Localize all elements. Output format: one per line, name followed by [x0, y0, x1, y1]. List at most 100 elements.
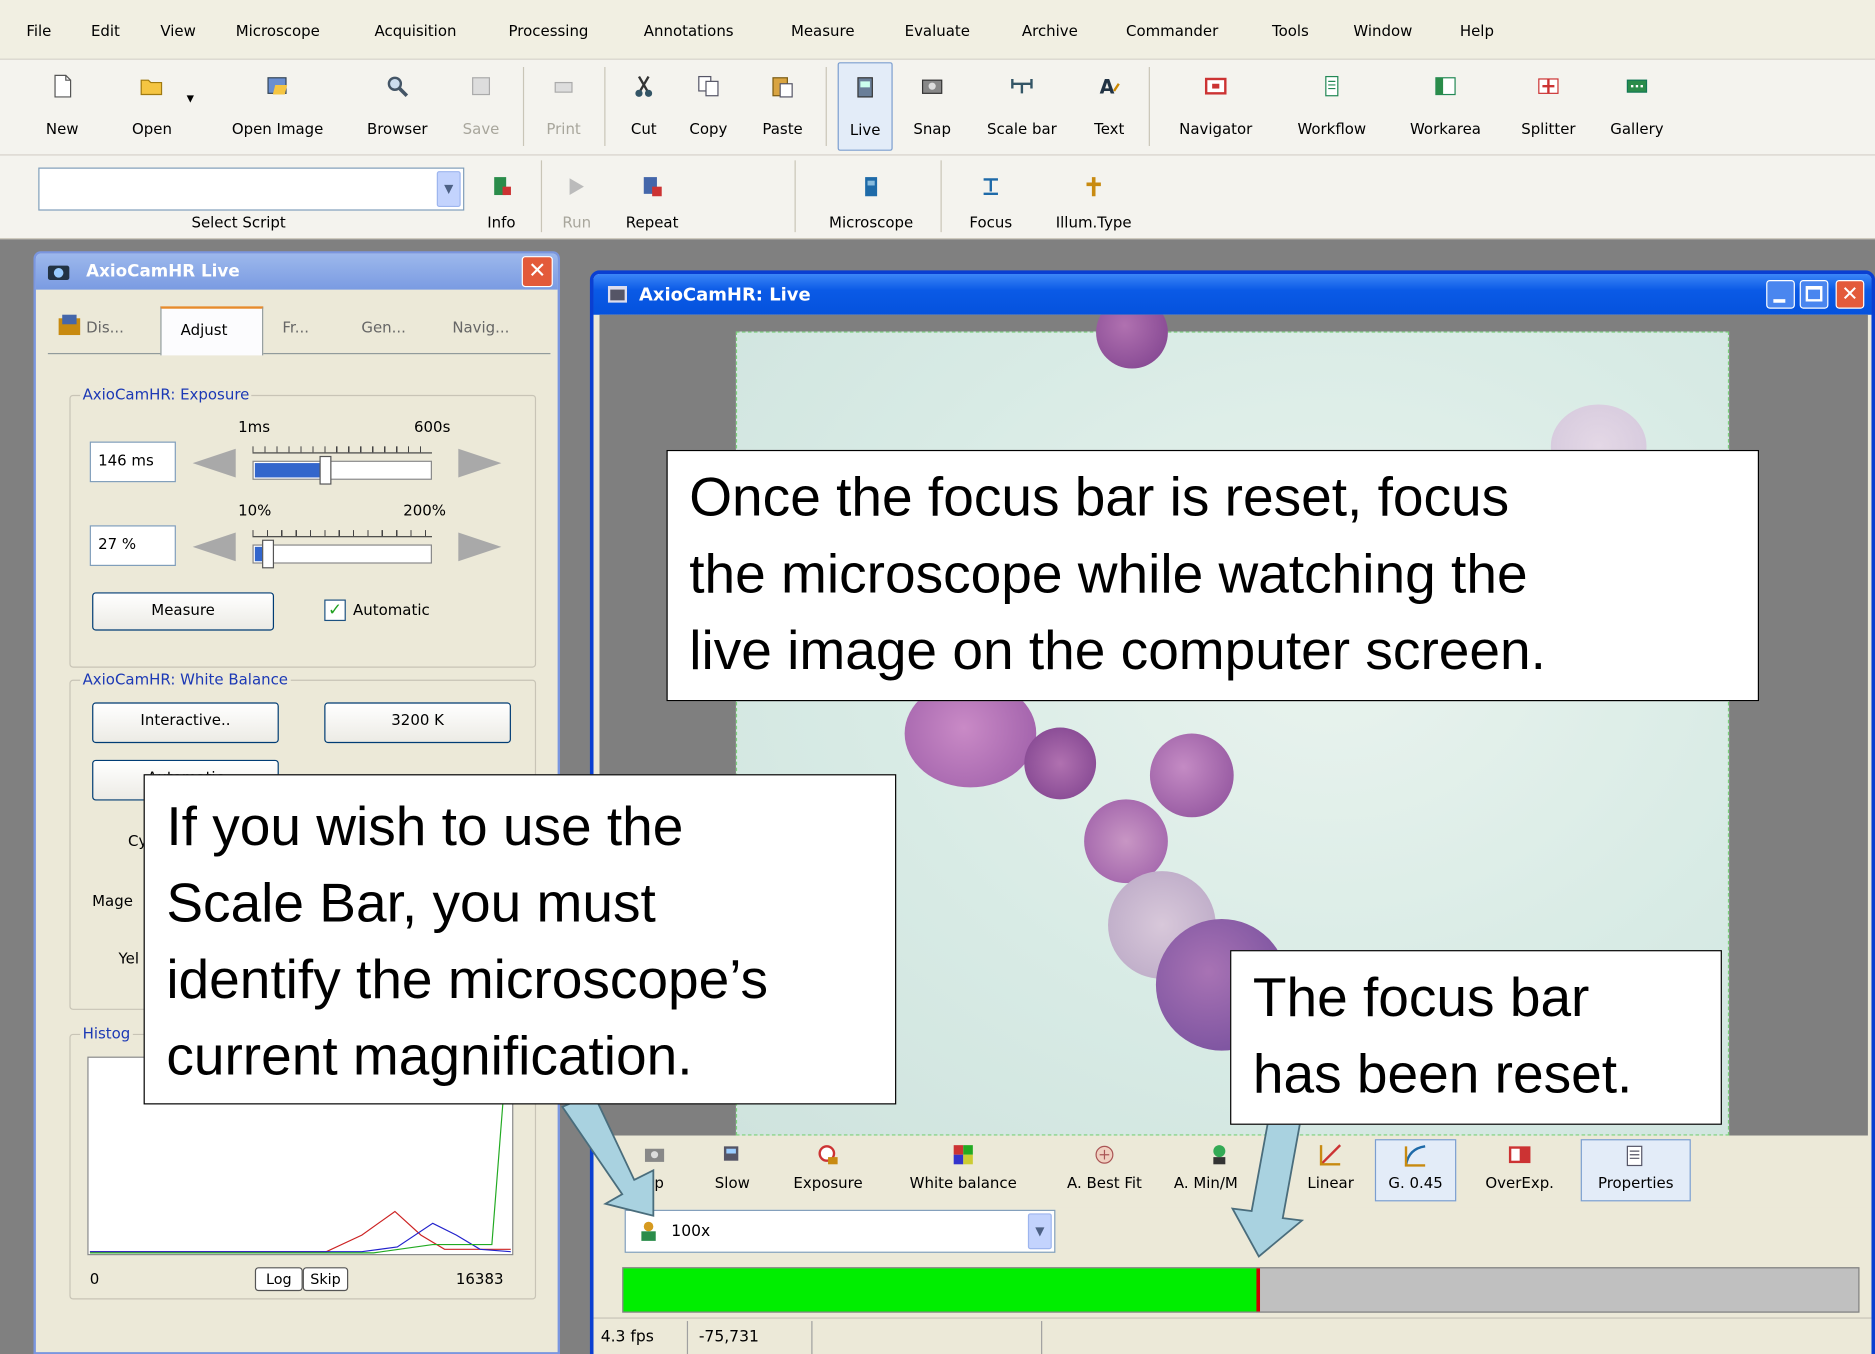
exposure-group: AxioCamHR: Exposure 1ms 600s 146 ms 10% …	[69, 385, 537, 668]
open-image-button[interactable]: Open Image	[215, 60, 339, 153]
new-button[interactable]: New	[29, 60, 96, 153]
decrease-arrow-icon[interactable]	[190, 530, 238, 564]
callout-line: current magnification.	[166, 1024, 693, 1087]
splitter-button[interactable]: Splitter	[1510, 60, 1587, 153]
white-balance-button[interactable]: White balance	[891, 1136, 1035, 1205]
properties-button[interactable]: Properties	[1580, 1139, 1691, 1202]
menu-bar: File Edit View Microscope Acquisition Pr…	[0, 0, 1875, 60]
objective-icon	[641, 1221, 656, 1241]
tab-navigation[interactable]: Navig...	[452, 318, 509, 336]
menu-archive[interactable]: Archive	[1022, 22, 1078, 40]
menu-annotations[interactable]: Annotations	[644, 22, 734, 40]
menu-acquisition[interactable]: Acquisition	[375, 22, 457, 40]
menu-measure[interactable]: Measure	[791, 22, 855, 40]
paste-button[interactable]: Paste	[749, 60, 816, 153]
increase-arrow-icon[interactable]	[456, 530, 504, 564]
callout-line: live image on the computer screen.	[689, 618, 1546, 681]
menu-microscope[interactable]: Microscope	[236, 22, 320, 40]
close-icon[interactable]: ✕	[1835, 280, 1865, 309]
exposure-percent-input[interactable]: 27 %	[89, 525, 176, 566]
magenta-label: Mage	[92, 891, 133, 910]
copy-button[interactable]: Copy	[677, 60, 739, 153]
color-temperature-button[interactable]: 3200 K	[324, 702, 511, 744]
callout-line: the microscope while watching the	[689, 542, 1528, 605]
workarea-button[interactable]: Workarea	[1393, 60, 1498, 153]
min-max-button[interactable]: A. Min/M	[1169, 1136, 1270, 1205]
increase-arrow-icon[interactable]	[456, 446, 504, 480]
microscope-button[interactable]: Microscope	[814, 156, 929, 237]
interactive-white-balance-button[interactable]: Interactive..	[92, 702, 279, 744]
objective-dropdown[interactable]: 100x ▼	[624, 1209, 1056, 1253]
close-icon[interactable]: ✕	[521, 256, 553, 288]
chevron-down-icon[interactable]: ▼	[436, 171, 461, 208]
exposure-time-input[interactable]: 146 ms	[89, 441, 176, 483]
menu-file[interactable]: File	[26, 22, 51, 40]
workflow-button[interactable]: Workflow	[1280, 60, 1383, 153]
exposure-percent-min-label: 10%	[238, 501, 272, 520]
panel-title: AxioCamHR Live	[86, 262, 240, 282]
cell	[1024, 727, 1097, 800]
menu-processing[interactable]: Processing	[509, 22, 589, 40]
browser-button[interactable]: Browser	[354, 60, 440, 153]
automatic-checkbox[interactable]: ✓	[324, 599, 346, 622]
focus-button[interactable]: Focus	[957, 156, 1024, 237]
minimize-icon[interactable]	[1766, 280, 1795, 309]
decrease-arrow-icon[interactable]	[190, 446, 238, 480]
exposure-percent-slider[interactable]	[248, 523, 439, 571]
image-window-titlebar[interactable]: AxioCamHR: Live ✕	[593, 274, 1872, 315]
panel-titlebar[interactable]: AxioCamHR Live ✕	[35, 253, 558, 290]
snap-label: ap	[645, 1173, 664, 1192]
dropdown-arrow-icon[interactable]: ▼	[187, 93, 194, 104]
tab-frame[interactable]: Fr...	[282, 318, 309, 336]
paste-icon	[772, 77, 793, 98]
print-button[interactable]: Print	[536, 60, 591, 153]
best-fit-label: A. Best Fit	[1067, 1173, 1142, 1192]
menu-view[interactable]: View	[160, 22, 196, 40]
camera-live-icon	[857, 77, 873, 98]
save-button[interactable]: Save	[452, 60, 509, 153]
snap-button[interactable]: ap	[631, 1136, 679, 1205]
info-button[interactable]: Info	[474, 156, 529, 237]
linear-button[interactable]: Linear	[1298, 1136, 1363, 1205]
maximize-icon[interactable]	[1799, 280, 1829, 309]
speed-button[interactable]: Slow	[702, 1136, 762, 1205]
menu-window[interactable]: Window	[1353, 22, 1412, 40]
text-button[interactable]: A Text	[1082, 60, 1137, 153]
scale-bar-button[interactable]: Scale bar	[972, 60, 1073, 153]
repeat-button[interactable]: Repeat	[613, 156, 692, 237]
gamma-button[interactable]: G. 0.45	[1374, 1139, 1457, 1202]
focus-icon	[983, 178, 998, 196]
menu-help[interactable]: Help	[1460, 22, 1494, 40]
toolbar-separator	[794, 160, 796, 233]
navigator-button[interactable]: Navigator	[1163, 60, 1268, 153]
open-label: Open	[131, 119, 172, 138]
chevron-down-icon[interactable]: ▼	[1027, 1213, 1052, 1250]
menu-commander[interactable]: Commander	[1126, 22, 1218, 40]
tab-general[interactable]: Gen...	[361, 318, 406, 336]
gallery-button[interactable]: Gallery	[1599, 60, 1676, 153]
tab-display[interactable]: Dis...	[86, 318, 124, 336]
measure-button[interactable]: Measure	[92, 592, 275, 631]
snap-button[interactable]: Snap	[902, 60, 962, 153]
run-button[interactable]: Run	[553, 156, 601, 237]
exposure-time-slider[interactable]	[248, 439, 439, 487]
camera-snap-icon	[644, 1148, 665, 1162]
best-fit-button[interactable]: A. Best Fit	[1049, 1136, 1159, 1205]
callout-scale-bar: If you wish to use the Scale Bar, you mu…	[143, 774, 897, 1105]
menu-edit[interactable]: Edit	[91, 22, 120, 40]
menu-evaluate[interactable]: Evaluate	[905, 22, 970, 40]
microscope-icon	[865, 177, 878, 197]
histogram-skip-button[interactable]: Skip	[302, 1267, 349, 1292]
open-button[interactable]: Open ▼	[115, 60, 194, 153]
live-button[interactable]: Live	[837, 62, 893, 151]
select-script-dropdown[interactable]: ▼	[38, 167, 465, 211]
tab-adjust[interactable]: Adjust	[160, 306, 264, 356]
histogram-log-button[interactable]: Log	[254, 1267, 303, 1292]
white-balance-group-label: AxioCamHR: White Balance	[80, 670, 291, 689]
exposure-button[interactable]: Exposure	[777, 1136, 880, 1205]
overexposure-button[interactable]: OverExp.	[1468, 1136, 1571, 1205]
cut-button[interactable]: Cut	[617, 60, 670, 153]
menu-tools[interactable]: Tools	[1272, 22, 1309, 40]
illum-type-button[interactable]: Illum.Type	[1036, 156, 1151, 237]
callout-line: identify the microscope’s	[166, 947, 769, 1010]
